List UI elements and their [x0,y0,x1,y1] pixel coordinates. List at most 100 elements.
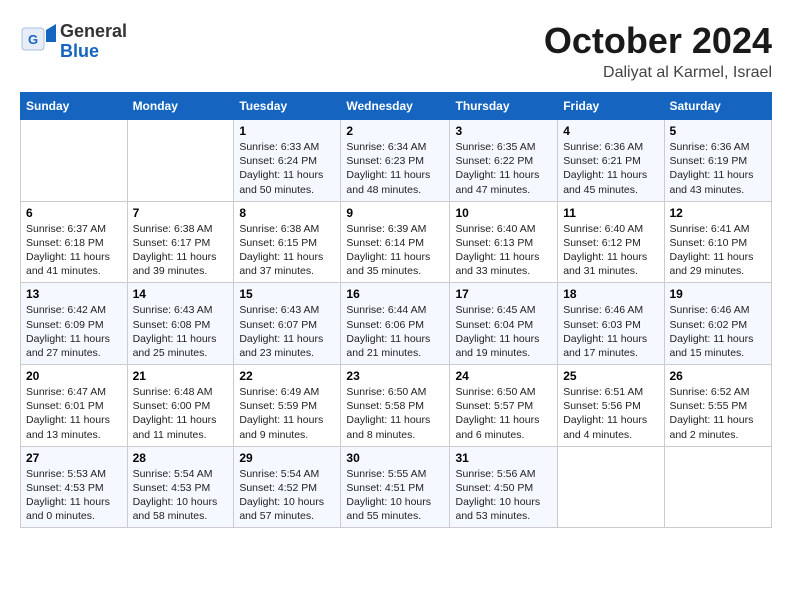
calendar-cell: 13 Sunrise: 6:42 AM Sunset: 6:09 PM Dayli… [21,283,128,365]
day-number: 21 [133,369,229,383]
column-header-thursday: Thursday [450,93,558,120]
day-info: Sunrise: 6:43 AM Sunset: 6:08 PM Dayligh… [133,303,229,360]
column-header-sunday: Sunday [21,93,128,120]
column-header-tuesday: Tuesday [234,93,341,120]
column-header-wednesday: Wednesday [341,93,450,120]
day-info: Sunrise: 6:42 AM Sunset: 6:09 PM Dayligh… [26,303,122,360]
day-number: 22 [239,369,335,383]
calendar-cell: 16 Sunrise: 6:44 AM Sunset: 6:06 PM Dayli… [341,283,450,365]
day-number: 20 [26,369,122,383]
logo: G General Blue [20,20,127,63]
logo-blue: Blue [60,42,127,62]
logo-icon: G [20,20,58,58]
day-info: Sunrise: 6:36 AM Sunset: 6:19 PM Dayligh… [670,140,767,197]
day-info: Sunrise: 6:46 AM Sunset: 6:03 PM Dayligh… [563,303,658,360]
calendar-cell: 3 Sunrise: 6:35 AM Sunset: 6:22 PM Daylig… [450,120,558,202]
day-info: Sunrise: 6:39 AM Sunset: 6:14 PM Dayligh… [346,222,444,279]
day-info: Sunrise: 6:49 AM Sunset: 5:59 PM Dayligh… [239,385,335,442]
day-info: Sunrise: 5:54 AM Sunset: 4:53 PM Dayligh… [133,467,229,524]
day-number: 29 [239,451,335,465]
day-number: 3 [455,124,552,138]
day-number: 16 [346,287,444,301]
day-info: Sunrise: 6:48 AM Sunset: 6:00 PM Dayligh… [133,385,229,442]
column-header-monday: Monday [127,93,234,120]
day-number: 4 [563,124,658,138]
day-number: 2 [346,124,444,138]
calendar-cell [127,120,234,202]
day-info: Sunrise: 5:56 AM Sunset: 4:50 PM Dayligh… [455,467,552,524]
day-info: Sunrise: 6:40 AM Sunset: 6:13 PM Dayligh… [455,222,552,279]
day-info: Sunrise: 6:33 AM Sunset: 6:24 PM Dayligh… [239,140,335,197]
title-block: October 2024 Daliyat al Karmel, Israel [544,20,772,82]
calendar-cell: 7 Sunrise: 6:38 AM Sunset: 6:17 PM Daylig… [127,201,234,283]
day-info: Sunrise: 6:46 AM Sunset: 6:02 PM Dayligh… [670,303,767,360]
day-number: 7 [133,206,229,220]
day-number: 1 [239,124,335,138]
day-number: 28 [133,451,229,465]
day-number: 27 [26,451,122,465]
calendar-cell: 14 Sunrise: 6:43 AM Sunset: 6:08 PM Dayli… [127,283,234,365]
calendar-week-row: 27 Sunrise: 5:53 AM Sunset: 4:53 PM Dayli… [21,446,772,528]
day-number: 25 [563,369,658,383]
calendar-cell [21,120,128,202]
day-info: Sunrise: 6:36 AM Sunset: 6:21 PM Dayligh… [563,140,658,197]
day-info: Sunrise: 6:47 AM Sunset: 6:01 PM Dayligh… [26,385,122,442]
day-number: 26 [670,369,767,383]
day-number: 8 [239,206,335,220]
day-info: Sunrise: 6:38 AM Sunset: 6:15 PM Dayligh… [239,222,335,279]
day-number: 13 [26,287,122,301]
calendar-cell: 1 Sunrise: 6:33 AM Sunset: 6:24 PM Daylig… [234,120,341,202]
calendar-week-row: 6Sunrise: 6:37 AM Sunset: 6:18 PM Daylig… [21,201,772,283]
calendar-cell: 18 Sunrise: 6:46 AM Sunset: 6:03 PM Dayli… [558,283,664,365]
calendar-header-row: SundayMondayTuesdayWednesdayThursdayFrid… [21,93,772,120]
logo-general: General [60,22,127,42]
calendar-cell: 17Sunrise: 6:45 AM Sunset: 6:04 PM Dayli… [450,283,558,365]
day-info: Sunrise: 6:35 AM Sunset: 6:22 PM Dayligh… [455,140,552,197]
column-header-friday: Friday [558,93,664,120]
calendar-cell: 24 Sunrise: 6:50 AM Sunset: 5:57 PM Dayli… [450,365,558,447]
day-info: Sunrise: 6:44 AM Sunset: 6:06 PM Dayligh… [346,303,444,360]
calendar-cell [558,446,664,528]
calendar-table: SundayMondayTuesdayWednesdayThursdayFrid… [20,92,772,528]
calendar-cell: 20 Sunrise: 6:47 AM Sunset: 6:01 PM Dayli… [21,365,128,447]
day-number: 30 [346,451,444,465]
calendar-cell: 29Sunrise: 5:54 AM Sunset: 4:52 PM Dayli… [234,446,341,528]
calendar-cell: 5Sunrise: 6:36 AM Sunset: 6:19 PM Daylig… [664,120,772,202]
day-info: Sunrise: 6:50 AM Sunset: 5:58 PM Dayligh… [346,385,444,442]
day-info: Sunrise: 6:40 AM Sunset: 6:12 PM Dayligh… [563,222,658,279]
day-info: Sunrise: 5:53 AM Sunset: 4:53 PM Dayligh… [26,467,122,524]
calendar-week-row: 1 Sunrise: 6:33 AM Sunset: 6:24 PM Daylig… [21,120,772,202]
day-number: 9 [346,206,444,220]
day-info: Sunrise: 6:34 AM Sunset: 6:23 PM Dayligh… [346,140,444,197]
day-number: 11 [563,206,658,220]
calendar-cell: 28 Sunrise: 5:54 AM Sunset: 4:53 PM Dayli… [127,446,234,528]
day-number: 17 [455,287,552,301]
day-info: Sunrise: 6:52 AM Sunset: 5:55 PM Dayligh… [670,385,767,442]
calendar-week-row: 20 Sunrise: 6:47 AM Sunset: 6:01 PM Dayli… [21,365,772,447]
day-number: 19 [670,287,767,301]
calendar-cell: 19 Sunrise: 6:46 AM Sunset: 6:02 PM Dayli… [664,283,772,365]
calendar-cell: 25 Sunrise: 6:51 AM Sunset: 5:56 PM Dayli… [558,365,664,447]
calendar-cell: 15 Sunrise: 6:43 AM Sunset: 6:07 PM Dayli… [234,283,341,365]
day-number: 31 [455,451,552,465]
day-info: Sunrise: 5:55 AM Sunset: 4:51 PM Dayligh… [346,467,444,524]
calendar-cell: 31 Sunrise: 5:56 AM Sunset: 4:50 PM Dayli… [450,446,558,528]
day-info: Sunrise: 6:43 AM Sunset: 6:07 PM Dayligh… [239,303,335,360]
calendar-cell: 6Sunrise: 6:37 AM Sunset: 6:18 PM Daylig… [21,201,128,283]
day-info: Sunrise: 6:51 AM Sunset: 5:56 PM Dayligh… [563,385,658,442]
column-header-saturday: Saturday [664,93,772,120]
day-info: Sunrise: 6:38 AM Sunset: 6:17 PM Dayligh… [133,222,229,279]
calendar-cell: 21 Sunrise: 6:48 AM Sunset: 6:00 PM Dayli… [127,365,234,447]
day-info: Sunrise: 6:50 AM Sunset: 5:57 PM Dayligh… [455,385,552,442]
day-number: 18 [563,287,658,301]
calendar-cell: 27 Sunrise: 5:53 AM Sunset: 4:53 PM Dayli… [21,446,128,528]
location-title: Daliyat al Karmel, Israel [544,64,772,82]
calendar-cell: 4 Sunrise: 6:36 AM Sunset: 6:21 PM Daylig… [558,120,664,202]
month-title: October 2024 [544,20,772,62]
day-number: 24 [455,369,552,383]
day-number: 15 [239,287,335,301]
svg-text:G: G [28,32,38,47]
day-number: 10 [455,206,552,220]
day-number: 14 [133,287,229,301]
day-info: Sunrise: 6:37 AM Sunset: 6:18 PM Dayligh… [26,222,122,279]
